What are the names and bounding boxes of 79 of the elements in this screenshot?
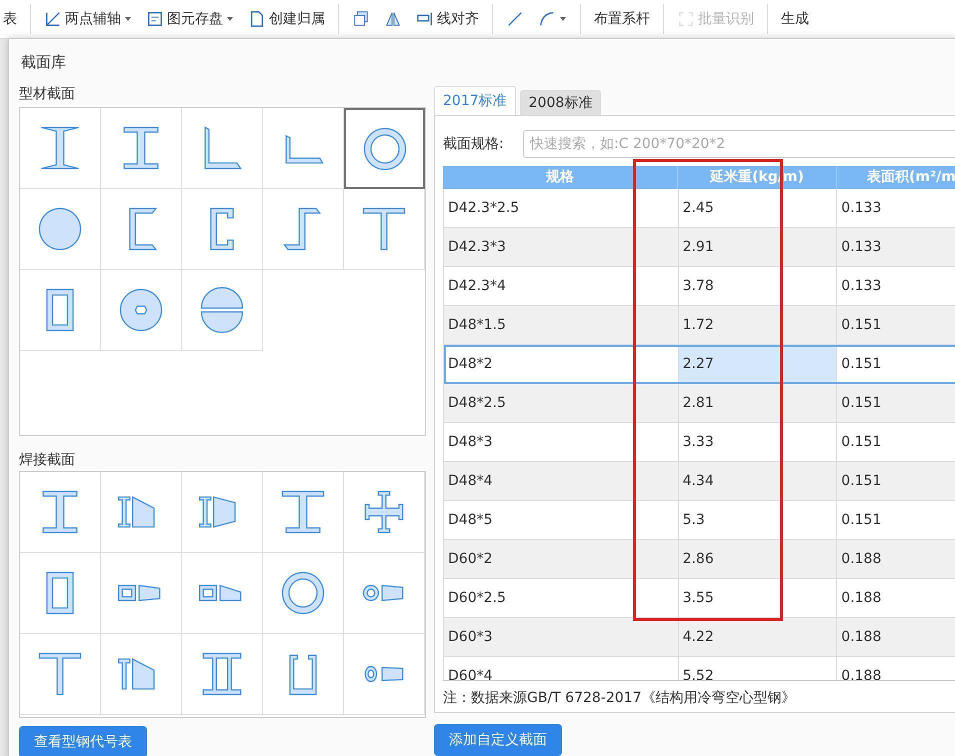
table-cell: D60*3 <box>444 618 679 656</box>
caret-icon <box>226 15 234 23</box>
table-cell: 0.151 <box>837 501 955 539</box>
table-row[interactable]: D48*3 3.33 0.151 <box>444 423 955 462</box>
toolbar-button[interactable]: 两点辅轴 <box>37 4 139 34</box>
toolbar-button[interactable]: 布置系杆 <box>587 4 657 34</box>
table-cell: 3.55 <box>678 579 838 617</box>
table-row[interactable]: D48*1.5 1.72 0.151 <box>444 306 955 345</box>
table-cell: 0.188 <box>837 579 955 617</box>
table-cell: 5.52 <box>678 657 838 680</box>
table-cell: 0.151 <box>837 423 955 461</box>
copy-icon <box>352 10 370 28</box>
table-cell: D48*2.5 <box>444 384 679 422</box>
table-cell: D48*5 <box>444 501 679 539</box>
table-cell: D48*4 <box>444 462 679 500</box>
align-icon <box>416 10 434 28</box>
section-tile[interactable] <box>344 108 425 189</box>
table-row[interactable]: D60*2.5 3.55 0.188 <box>444 579 955 618</box>
table-cell: 1.72 <box>678 306 838 344</box>
table-cell: D48*1.5 <box>444 306 679 344</box>
table-cell: 0.151 <box>837 306 955 344</box>
toolbar-button[interactable]: 线对齐 <box>409 4 486 34</box>
table-cell: D60*2 <box>444 540 679 578</box>
table-row[interactable]: D48*2.5 2.81 0.151 <box>444 384 955 423</box>
toolbar-button[interactable]: 表 <box>0 4 24 34</box>
view-code-table-button[interactable]: 查看型钢代号表 <box>19 726 147 756</box>
table-cell: 3.33 <box>678 423 838 461</box>
table-cell: 2.91 <box>678 228 838 266</box>
search-label: 截面规格: <box>443 135 505 153</box>
table-cell: 3.78 <box>678 267 838 305</box>
table-cell: 2.27 <box>678 345 838 383</box>
table-cell: D42.3*4 <box>444 267 679 305</box>
save-icon <box>146 10 164 28</box>
arc-icon <box>538 10 556 28</box>
table-row[interactable]: D42.3*4 3.78 0.133 <box>444 267 955 306</box>
tab[interactable]: 2008标准 <box>520 90 602 115</box>
table-row[interactable]: D48*2 2.27 0.151 <box>444 345 955 384</box>
add-custom-section-button[interactable]: 添加自定义截面 <box>434 724 562 756</box>
table-cell: D48*3 <box>444 423 679 461</box>
table-cell: D60*4 <box>444 657 679 680</box>
table-row[interactable]: D42.3*3 2.91 0.133 <box>444 228 955 267</box>
mirror-icon <box>384 10 402 28</box>
section-label: 型材截面 <box>19 85 76 104</box>
table-cell: 0.151 <box>837 345 955 383</box>
table-cell: 0.133 <box>837 267 955 305</box>
table-cell: 2.81 <box>678 384 838 422</box>
table-cell: 0.188 <box>837 540 955 578</box>
table-cell: 0.133 <box>837 228 955 266</box>
table-cell: 0.188 <box>837 657 955 680</box>
caret-icon <box>124 15 132 23</box>
table-row[interactable]: D48*4 4.34 0.151 <box>444 462 955 501</box>
table-cell: 0.188 <box>837 618 955 656</box>
toolbar-button[interactable]: 创建归属 <box>241 4 332 34</box>
table-cell: 0.151 <box>837 462 955 500</box>
tab[interactable]: 2017标准 <box>434 86 516 115</box>
line-icon <box>506 10 524 28</box>
table-cell: 4.34 <box>678 462 838 500</box>
table-cell: 2.86 <box>678 540 838 578</box>
table-cell: 5.3 <box>678 501 838 539</box>
doc-icon <box>248 10 266 28</box>
table-cell: 4.22 <box>678 618 838 656</box>
table-cell: D42.3*3 <box>444 228 679 266</box>
table-cell: D60*2.5 <box>444 579 679 617</box>
table-row[interactable]: D48*5 5.3 0.151 <box>444 501 955 540</box>
source-note: 注：数据来源GB/T 6728-2017《结构用冷弯空心型钢》 <box>443 689 796 708</box>
toolbar-button[interactable]: 生成 <box>774 4 816 34</box>
section-label: 焊接截面 <box>19 451 76 470</box>
caret-icon <box>559 15 567 23</box>
dialog-title: 截面库 <box>20 52 67 73</box>
table-row[interactable]: D60*2 2.86 0.188 <box>444 540 955 579</box>
table-cell: 0.151 <box>837 384 955 422</box>
table-cell: 2.45 <box>678 189 838 227</box>
table-cell: 0.133 <box>837 189 955 227</box>
table-cell: D42.3*2.5 <box>444 189 679 227</box>
scan-icon <box>677 10 695 28</box>
axis-icon <box>44 10 62 28</box>
toolbar-button[interactable]: 图元存盘 <box>139 4 241 34</box>
table-row[interactable]: D42.3*2.5 2.45 0.133 <box>444 189 955 228</box>
table-row[interactable]: D60*3 4.22 0.188 <box>444 618 955 657</box>
